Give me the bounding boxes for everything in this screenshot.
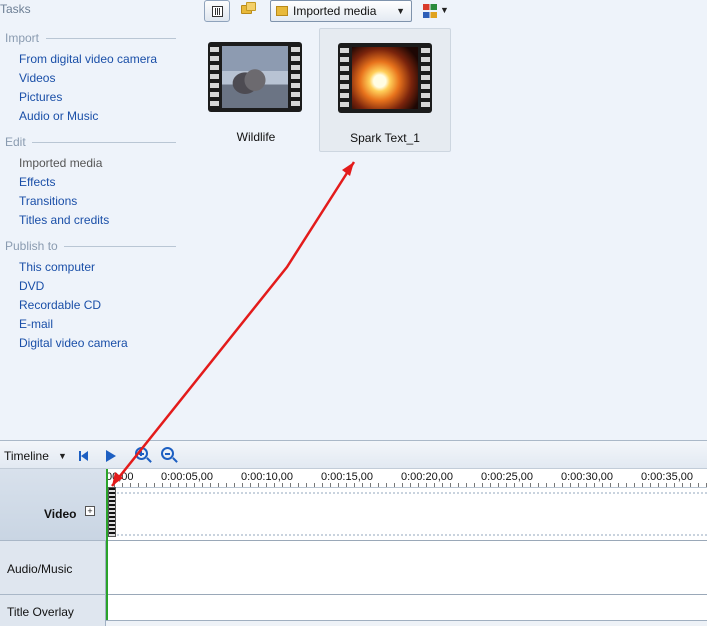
lane-guide [106,492,707,494]
collection-dropdown[interactable]: Imported media ▼ [270,0,412,22]
zoom-out-icon[interactable] [161,447,174,460]
ruler-tick-label: 0:00:15,00 [321,471,373,483]
ruler-tick-label: 0:00:20,00 [401,471,453,483]
track-headers: Video + Audio/Music Title Overlay [0,469,106,626]
video-lane[interactable] [106,488,707,541]
audio-music-lane[interactable] [106,541,707,595]
timeline-scrollbar[interactable] [106,620,707,626]
folder-icon [276,6,288,16]
timeline-ruler[interactable]: 00,00 0:00:05,00 0:00:10,00 0:00:15,00 0… [106,469,707,488]
film-strip-edge [340,46,349,110]
clip-label: Wildlife [236,130,276,144]
timeline-lanes [106,488,707,626]
collection-toolbar: Imported media ▼ ▼ [190,0,707,24]
expand-track-button[interactable]: + [85,506,95,516]
film-strip-edge [291,45,300,109]
details-view-icon [212,6,223,17]
task-publish-email[interactable]: E-mail [19,317,53,331]
tasks-pane: Tasks Import From digital video camera V… [0,0,190,440]
media-contents: Wildlife Spark Text_1 [190,24,707,440]
lane-guide [106,534,707,536]
task-import-videos[interactable]: Videos [19,71,55,85]
task-imported-media[interactable]: Imported media [19,156,102,170]
film-strip-edge [421,46,430,110]
task-import-from-camera[interactable]: From digital video camera [19,52,157,66]
ruler-tick-marks [106,483,707,487]
task-publish-digital-video-camera[interactable]: Digital video camera [19,336,128,350]
task-effects[interactable]: Effects [19,175,55,189]
rewind-icon[interactable] [76,448,92,464]
divider [64,246,176,247]
track-header-title-overlay: Title Overlay [0,595,106,626]
ruler-tick-label: 00,00 [106,471,134,483]
collection-folder-icon [246,2,256,11]
task-publish-recordable-cd[interactable]: Recordable CD [19,298,101,312]
task-import-pictures[interactable]: Pictures [19,90,62,104]
collection-dropdown-value: Imported media [293,4,377,18]
collections-button[interactable] [238,0,260,22]
spark-thumbnail-image [352,47,418,109]
timeline-mode-button[interactable]: Timeline [4,449,49,463]
ruler-tick-label: 0:00:10,00 [241,471,293,483]
track-name: Audio/Music [7,562,73,576]
task-titles-and-credits[interactable]: Titles and credits [19,213,109,227]
tasks-title: Tasks [0,2,31,16]
task-publish-this-computer[interactable]: This computer [19,260,95,274]
section-edit-heading: Edit [5,135,26,149]
ruler-tick-label: 0:00:30,00 [561,471,613,483]
timeline-toolbar: Timeline ▼ [0,441,707,469]
dropdown-arrow-icon[interactable]: ▼ [58,451,67,461]
media-clip-spark-text[interactable]: Spark Text_1 [319,28,451,152]
track-header-video: Video + [0,469,106,541]
clip-thumbnail [338,43,432,113]
ruler-tick-label: 0:00:35,00 [641,471,693,483]
arrange-button[interactable]: ▼ [421,0,451,22]
timeline-clip[interactable] [108,487,116,537]
ruler-tick-label: 0:00:05,00 [161,471,213,483]
clip-thumbnail [208,42,302,112]
ruler-tick-label: 0:00:25,00 [481,471,533,483]
timeline-panel: Timeline ▼ Video + Audio/Music Title Ove… [0,440,707,626]
play-icon[interactable] [102,448,118,464]
media-clip-wildlife[interactable]: Wildlife [190,28,322,152]
divider [46,38,176,39]
details-view-button[interactable] [204,0,230,22]
divider [32,142,176,143]
dropdown-arrow-icon: ▼ [440,5,449,15]
film-strip-edge [210,45,219,109]
section-import-heading: Import [5,31,40,45]
track-name: Title Overlay [7,605,74,619]
task-import-audio-music[interactable]: Audio or Music [19,109,98,123]
wildlife-thumbnail-image [222,46,288,108]
section-publish-heading: Publish to [5,239,58,253]
track-header-audio: Audio/Music [0,541,106,595]
track-name: Video [44,507,77,521]
task-publish-dvd[interactable]: DVD [19,279,44,293]
arrange-icon [423,4,437,18]
clip-label: Spark Text_1 [350,131,420,145]
zoom-in-icon[interactable] [135,447,148,460]
task-transitions[interactable]: Transitions [19,194,77,208]
dropdown-arrow-icon: ▼ [396,6,405,16]
